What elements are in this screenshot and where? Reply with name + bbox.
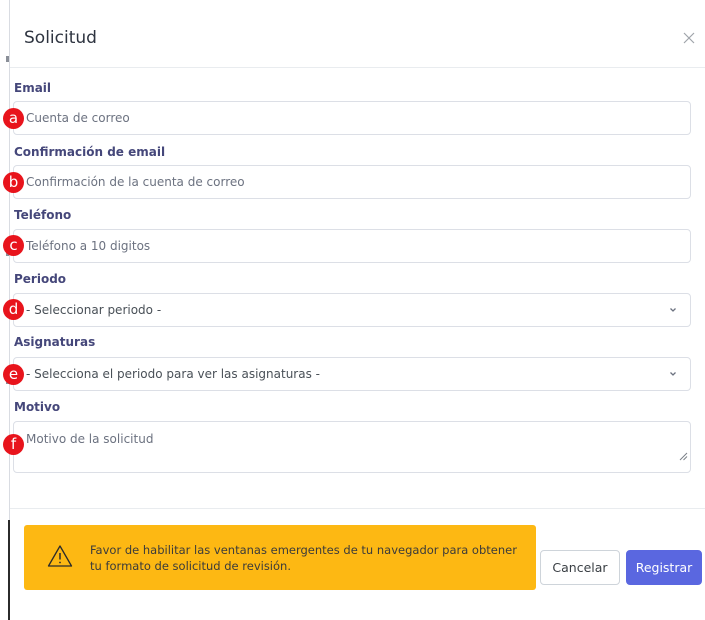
- reason-textarea[interactable]: [13, 421, 691, 473]
- warning-icon: [47, 545, 73, 567]
- subjects-label: Asignaturas: [14, 335, 96, 349]
- period-label: Periodo: [14, 272, 67, 286]
- subjects-selected-value: - Selecciona el periodo para ver las asi…: [26, 367, 320, 381]
- email-label: Email: [14, 81, 52, 95]
- marker-d: d: [3, 299, 24, 320]
- popup-warning-alert: Favor de habilitar las ventanas emergent…: [24, 525, 536, 590]
- modal-title: Solicitud: [24, 28, 97, 48]
- subjects-select[interactable]: - Selecciona el periodo para ver las asi…: [13, 357, 691, 391]
- marker-b: b: [3, 172, 24, 193]
- marker-a: a: [3, 108, 24, 129]
- close-button[interactable]: [679, 28, 699, 48]
- email-field[interactable]: [13, 101, 691, 135]
- chevron-down-icon: [670, 308, 676, 312]
- alert-message: Favor de habilitar las ventanas emergent…: [90, 543, 517, 573]
- email-confirm-label: Confirmación de email: [14, 145, 166, 159]
- marker-f: f: [3, 434, 24, 455]
- close-icon: [683, 32, 695, 44]
- resize-handle-icon[interactable]: [678, 451, 688, 461]
- phone-label: Teléfono: [14, 208, 72, 222]
- chevron-down-icon: [670, 372, 676, 376]
- reason-label: Motivo: [14, 400, 61, 414]
- marker-e: e: [3, 364, 24, 385]
- period-select[interactable]: - Seleccionar periodo -: [13, 293, 691, 327]
- cancel-button[interactable]: Cancelar: [540, 550, 620, 585]
- modal-header: Solicitud: [10, 8, 705, 68]
- footer-divider: [10, 508, 705, 509]
- period-selected-value: - Seleccionar periodo -: [26, 303, 162, 317]
- register-button[interactable]: Registrar: [626, 550, 702, 585]
- phone-field[interactable]: [13, 229, 691, 263]
- marker-c: c: [3, 235, 24, 256]
- email-confirm-field[interactable]: [13, 165, 691, 199]
- edge-tick: [6, 56, 9, 62]
